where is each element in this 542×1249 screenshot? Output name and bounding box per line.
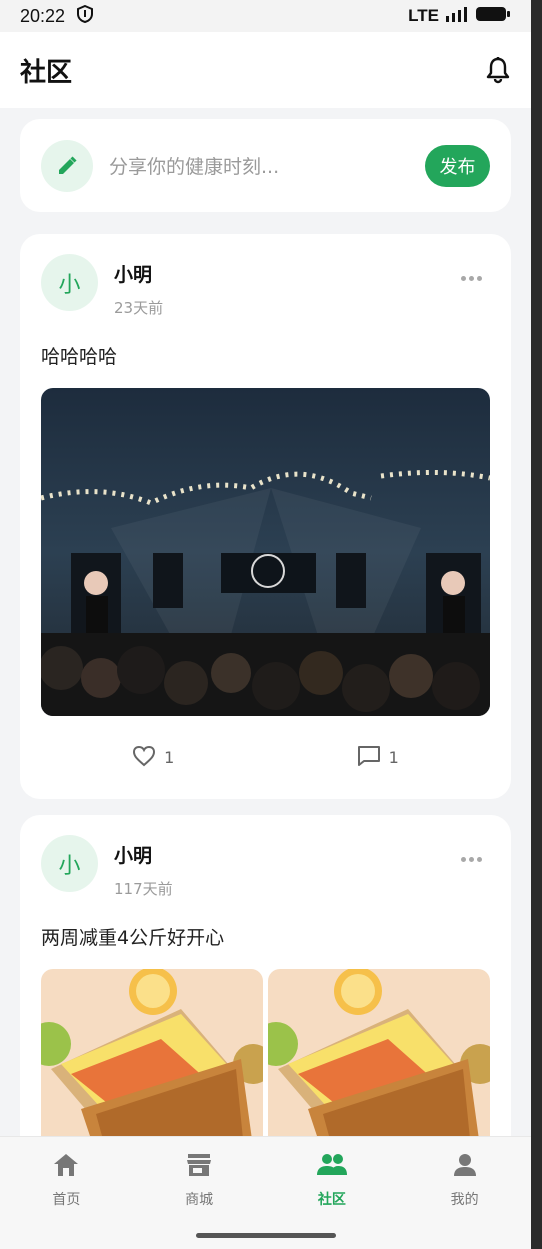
like-button[interactable]: 1: [41, 745, 266, 771]
post-user-info: 小明 23天前: [114, 254, 163, 318]
community-screen: 20:22 LTE 社区 分享你的健康时刻... 发布 小 小明 23天前 哈哈…: [0, 0, 542, 1249]
screen-edge: [531, 0, 542, 1249]
post-header: 小 小明 23天前: [41, 254, 490, 318]
post-time: 117天前: [114, 880, 173, 898]
comment-button[interactable]: 1: [266, 745, 491, 771]
more-icon[interactable]: [461, 857, 482, 862]
nav-item-store[interactable]: 商城: [133, 1153, 266, 1209]
post-text: 哈哈哈哈: [41, 346, 118, 368]
post-card: 小 小明 23天前 哈哈哈哈 1 1: [20, 234, 511, 799]
app-bar: 社区: [0, 32, 531, 108]
store-icon: [186, 1153, 212, 1181]
signal-icon: [445, 6, 469, 27]
page-title: 社区: [20, 57, 73, 88]
post-author[interactable]: 小明: [114, 841, 173, 868]
edit-icon[interactable]: [41, 139, 93, 192]
post-image-concert[interactable]: [41, 388, 490, 716]
home-icon: [53, 1153, 79, 1181]
like-count: 1: [164, 748, 175, 767]
avatar[interactable]: 小: [41, 835, 98, 892]
status-time: 20:22: [20, 5, 66, 26]
nav-item-home[interactable]: 首页: [0, 1153, 133, 1209]
avatar[interactable]: 小: [41, 254, 98, 311]
nav-item-community[interactable]: 社区: [266, 1153, 399, 1209]
home-indicator[interactable]: [196, 1233, 336, 1238]
bell-icon[interactable]: [485, 56, 511, 84]
more-icon[interactable]: [461, 276, 482, 281]
nav-item-profile[interactable]: 我的: [398, 1153, 531, 1209]
nav-label-home: 首页: [52, 1192, 81, 1208]
network-type: LTE: [408, 6, 439, 25]
post-time: 23天前: [114, 299, 164, 317]
post-composer[interactable]: 分享你的健康时刻... 发布: [20, 119, 511, 212]
nav-label-community: 社区: [317, 1192, 346, 1208]
post-header: 小 小明 117天前: [41, 835, 490, 899]
status-bar: 20:22 LTE: [0, 0, 531, 32]
post-author[interactable]: 小明: [114, 260, 163, 287]
comment-icon: [357, 745, 381, 771]
composer-placeholder[interactable]: 分享你的健康时刻...: [109, 152, 425, 179]
post-user-info: 小明 117天前: [114, 835, 173, 899]
post-actions: 1 1: [41, 716, 490, 799]
nav-label-store: 商城: [185, 1192, 214, 1208]
comment-count: 1: [388, 748, 399, 767]
battery-icon: [475, 5, 511, 28]
post-text: 两周减重4公斤好开心: [41, 927, 225, 949]
person-icon: [453, 1153, 477, 1181]
nav-label-profile: 我的: [450, 1192, 479, 1208]
publish-button[interactable]: 发布: [425, 144, 490, 187]
shield-icon: [77, 4, 94, 28]
community-icon: [316, 1153, 347, 1181]
bottom-nav: 首页 商城 社区 我的: [0, 1136, 531, 1249]
heart-icon: [132, 745, 156, 771]
feed: 分享你的健康时刻... 发布 小 小明 23天前 哈哈哈哈 1 1 小 小明 1…: [20, 108, 511, 1215]
